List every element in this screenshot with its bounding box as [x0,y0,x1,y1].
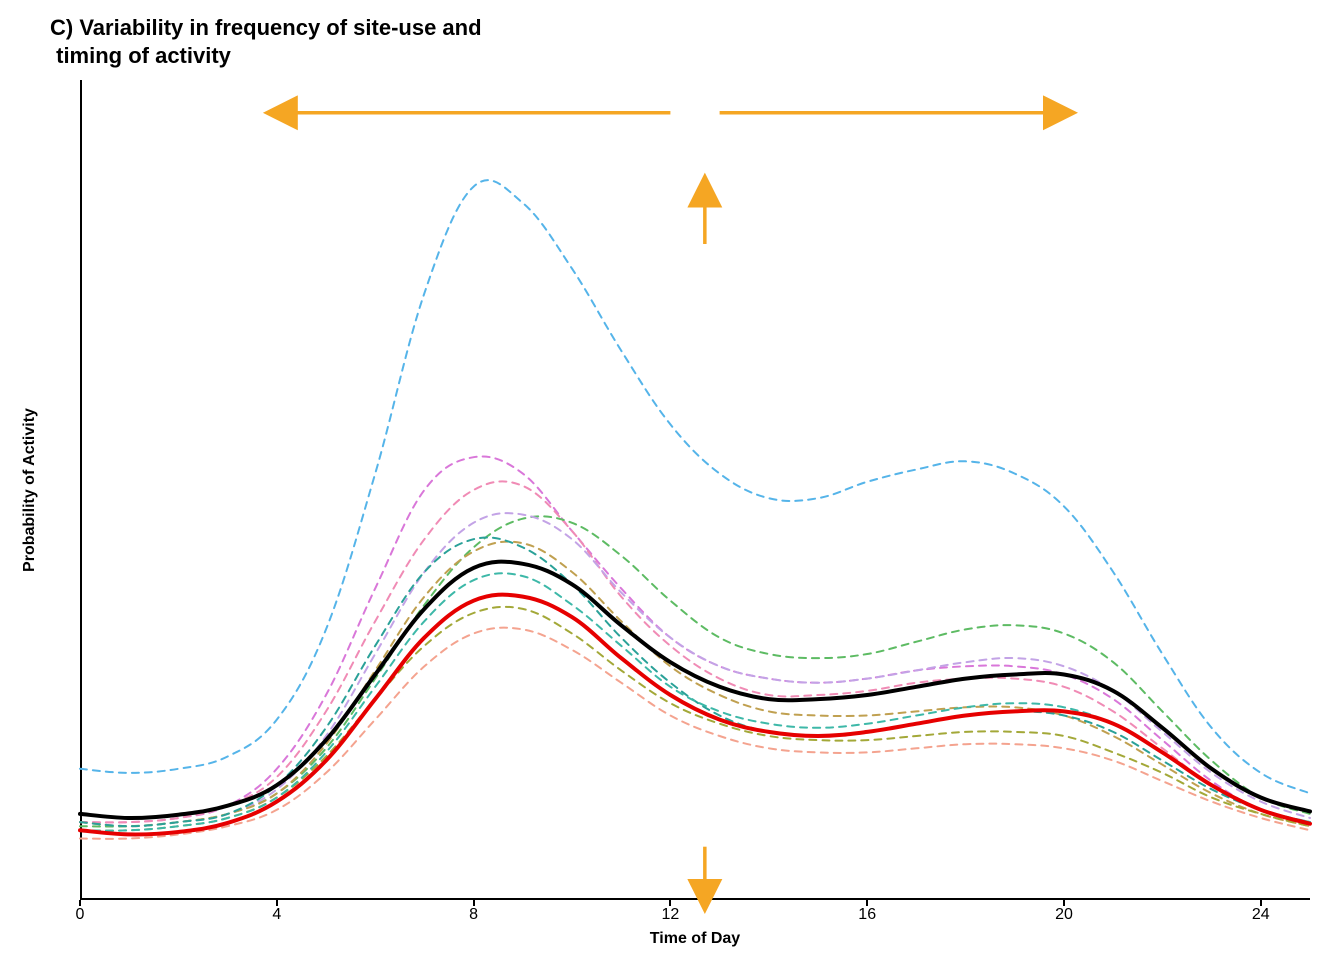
x-tick-label: 4 [272,906,281,924]
chart-title: C) Variability in frequency of site-use … [50,14,482,69]
x-tick-label: 24 [1252,906,1270,924]
x-tick-label: 8 [469,906,478,924]
series-site_orchid [80,456,1310,822]
y-axis-label: Probability of Activity [21,408,39,572]
series-site_tan [80,542,1310,827]
x-axis-label: Time of Day [650,930,740,948]
x-tick-label: 0 [76,906,85,924]
x-tick-label: 12 [661,906,679,924]
series-site_lavender [80,513,1310,826]
series-site_green [80,516,1310,826]
series-site_pink [80,481,1310,822]
series-black_mean [80,562,1310,818]
series-site_teal [80,537,1310,826]
x-tick-label: 16 [858,906,876,924]
x-tick-label: 20 [1055,906,1073,924]
plot-area [80,80,1310,900]
